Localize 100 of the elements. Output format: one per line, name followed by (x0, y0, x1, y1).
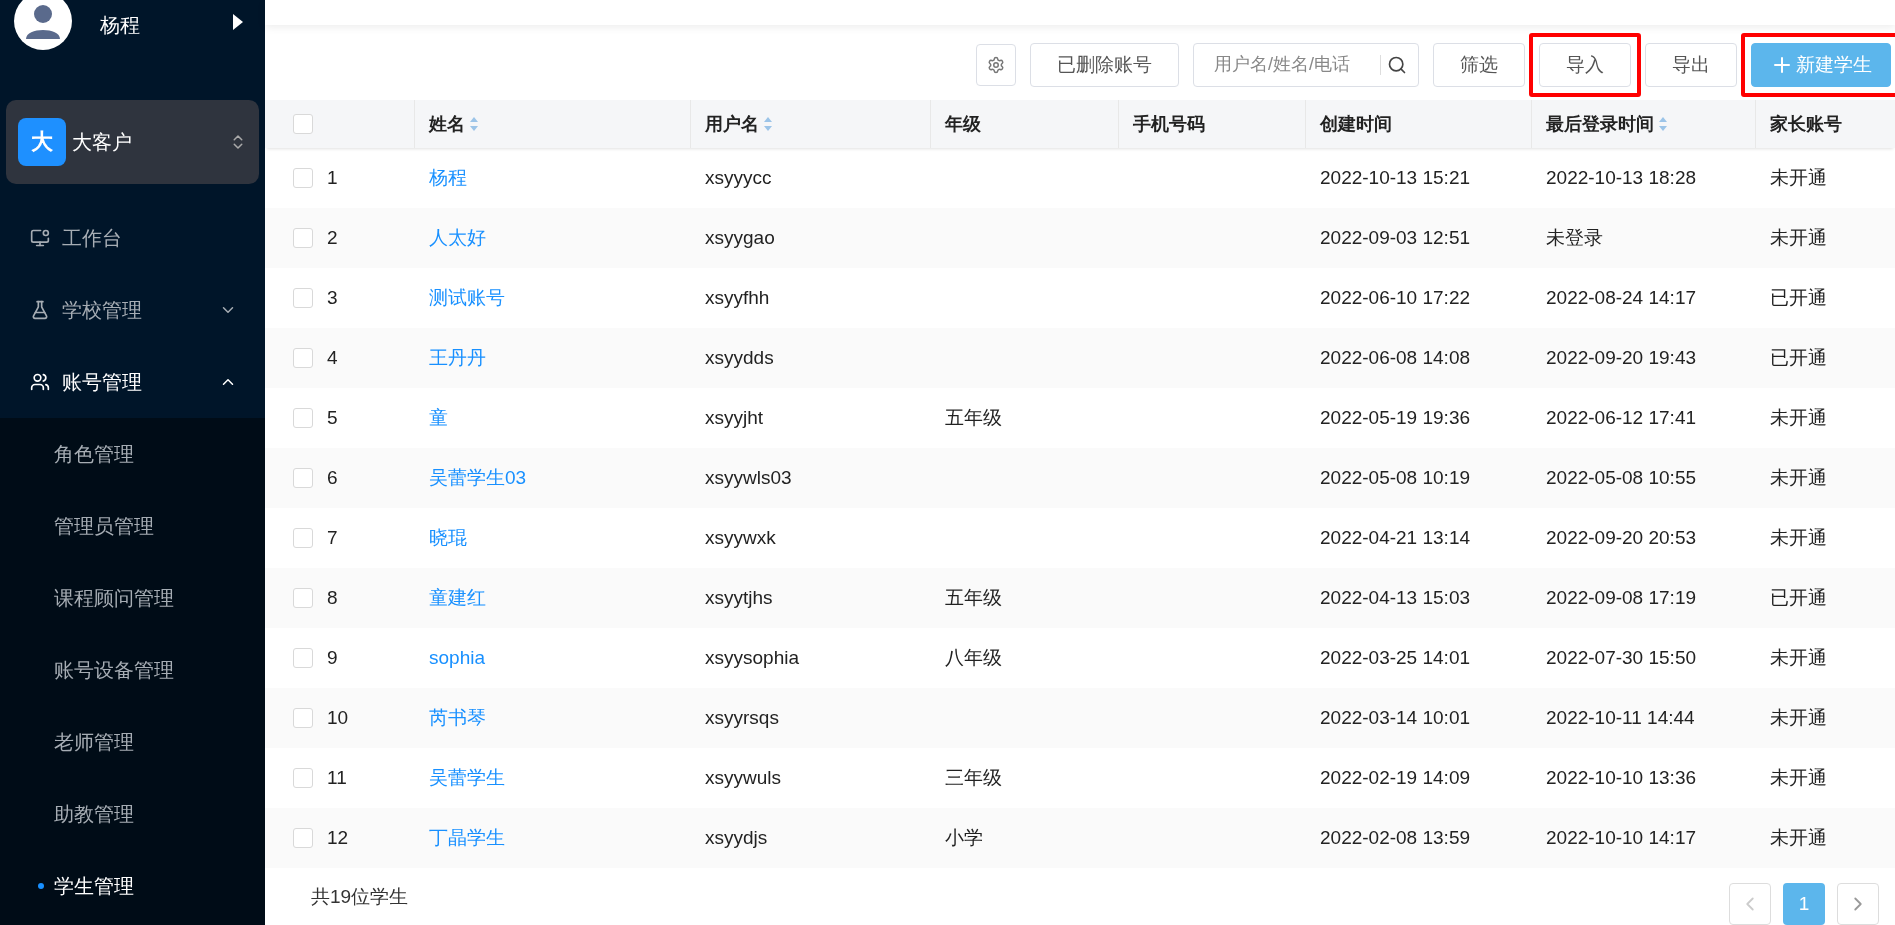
row-checkbox[interactable] (293, 648, 313, 668)
menu-label: 工作台 (62, 225, 123, 251)
column-title: 创建时间 (1320, 113, 1392, 136)
table-cell: 2022-02-08 13:59 (1320, 827, 1470, 849)
table-cell: 2022-10-13 15:21 (1320, 167, 1470, 189)
table-cell: 2022-04-13 15:03 (1320, 587, 1470, 609)
organization-name: 大客户 (72, 129, 133, 155)
row-number: 12 (327, 827, 349, 849)
settings-button[interactable] (976, 43, 1016, 86)
next-page-button[interactable] (1837, 882, 1879, 925)
table-cell: 2022-09-20 19:43 (1546, 347, 1696, 369)
column-title: 手机号码 (1133, 113, 1205, 136)
row-number: 5 (327, 407, 338, 429)
sort-icon[interactable] (1658, 116, 1668, 132)
table-cell: 2022-08-24 14:17 (1546, 287, 1696, 309)
table-cell: 2022-03-14 10:01 (1320, 707, 1470, 729)
row-checkbox[interactable] (293, 168, 313, 188)
table-cell: 2022-09-20 20:53 (1546, 527, 1696, 549)
table-cell: 2022-10-11 14:44 (1546, 707, 1695, 729)
submenu-item[interactable]: 管理员管理 (0, 490, 265, 562)
table-cell-text: 三年级 (945, 766, 1002, 790)
submenu-item[interactable]: 学生管理 (0, 850, 265, 922)
table-cell: xsyyycc (705, 167, 772, 189)
menu-label: 账号管理 (62, 369, 143, 395)
row-number: 8 (327, 587, 338, 609)
column-title: 家长账号 (1770, 113, 1842, 136)
table-cell-text: 未开通 (1770, 466, 1827, 490)
select-all-checkbox[interactable] (293, 114, 313, 134)
table-cell-text: 未开通 (1770, 706, 1827, 730)
toolbar-button[interactable]: 已删除账号 (1030, 42, 1179, 87)
table-cell: 2022-05-08 10:55 (1546, 467, 1696, 489)
table-cell-text: 五年级 (945, 586, 1002, 610)
table-cell-text: 未开通 (1770, 766, 1827, 790)
table-cell: xsyyfhh (705, 287, 770, 309)
gear-icon (987, 55, 1005, 74)
table-cell: 2022-06-12 17:41 (1546, 407, 1696, 429)
submenu-item[interactable]: 角色管理 (0, 418, 265, 490)
submenu-item[interactable]: 助教管理 (0, 778, 265, 850)
table-cell: xsyygao (705, 227, 775, 249)
users-icon (30, 372, 50, 392)
table-cell: 2022-07-30 15:50 (1546, 647, 1696, 669)
table-cell: 2022-05-19 19:36 (1320, 407, 1470, 429)
table-cell: 2022-06-10 17:22 (1320, 287, 1470, 309)
row-checkbox[interactable] (293, 708, 313, 728)
avatar[interactable] (14, 0, 72, 50)
search-icon[interactable] (1387, 54, 1407, 75)
row-checkbox[interactable] (293, 768, 313, 788)
row-number: 2 (327, 227, 338, 249)
row-checkbox[interactable] (293, 588, 313, 608)
active-dot (38, 883, 44, 889)
table-cell: 2022-09-08 17:19 (1546, 587, 1696, 609)
table-cell: 2022-10-13 18:28 (1546, 167, 1696, 189)
search-field[interactable]: 用户名/姓名/电话 (1193, 42, 1419, 87)
row-checkbox[interactable] (293, 288, 313, 308)
table-cell: 2022-09-03 12:51 (1320, 227, 1470, 249)
row-number: 11 (327, 767, 347, 789)
table-cell-text: 未开通 (1770, 826, 1827, 850)
row-number: 1 (327, 167, 338, 189)
menu-item[interactable]: 学校管理 (0, 274, 265, 346)
row-number: 4 (327, 347, 338, 369)
table-cell-text: 未登录 (1546, 226, 1603, 250)
submenu-item[interactable]: 账号设备管理 (0, 634, 265, 706)
table-cell-text: 已开通 (1770, 286, 1827, 310)
sort-icon[interactable] (469, 116, 479, 132)
row-checkbox[interactable] (293, 228, 313, 248)
row-checkbox[interactable] (293, 348, 313, 368)
table-cell-text: 未开通 (1770, 166, 1827, 190)
flask-icon (30, 300, 50, 320)
chart-monitor-icon (30, 228, 50, 248)
table-cell: xsyywls03 (705, 467, 792, 489)
table-cell-text: 小学 (945, 826, 983, 850)
toolbar-button[interactable]: 筛选 (1433, 42, 1525, 87)
row-checkbox[interactable] (293, 408, 313, 428)
menu-item[interactable]: 账号管理 (0, 346, 265, 418)
toolbar-button[interactable]: 导出 (1645, 42, 1737, 87)
row-number: 6 (327, 467, 338, 489)
submenu-item[interactable]: 课程顾问管理 (0, 562, 265, 634)
menu-item[interactable]: 工作台 (0, 202, 265, 274)
table-cell: 2022-10-10 14:17 (1546, 827, 1696, 849)
organization-switcher[interactable]: 大 大客户 (6, 100, 259, 184)
table-cell: xsyydds (705, 347, 774, 369)
table-cell: 2022-03-25 14:01 (1320, 647, 1470, 669)
column-title: 最后登录时间 (1546, 113, 1654, 136)
toolbar-button[interactable]: 导入 (1539, 42, 1631, 87)
row-checkbox[interactable] (293, 468, 313, 488)
table-cell-text: 八年级 (945, 646, 1002, 670)
sort-icon[interactable] (763, 116, 773, 132)
table-cell: xsyydjs (705, 827, 768, 849)
row-checkbox[interactable] (293, 828, 313, 848)
caret-icon[interactable] (233, 14, 243, 30)
table-cell-text: 已开通 (1770, 586, 1827, 610)
row-number: 7 (327, 527, 338, 549)
table-cell: xsyywxk (705, 527, 776, 549)
column-title: 姓名 (429, 113, 465, 136)
row-checkbox[interactable] (293, 528, 313, 548)
table-cell: 2022-02-19 14:09 (1320, 767, 1470, 789)
submenu-item[interactable]: 老师管理 (0, 706, 265, 778)
table-cell: xsyywuls (705, 767, 781, 789)
table-cell-text: 未开通 (1770, 526, 1827, 550)
column-title: 年级 (945, 113, 981, 136)
